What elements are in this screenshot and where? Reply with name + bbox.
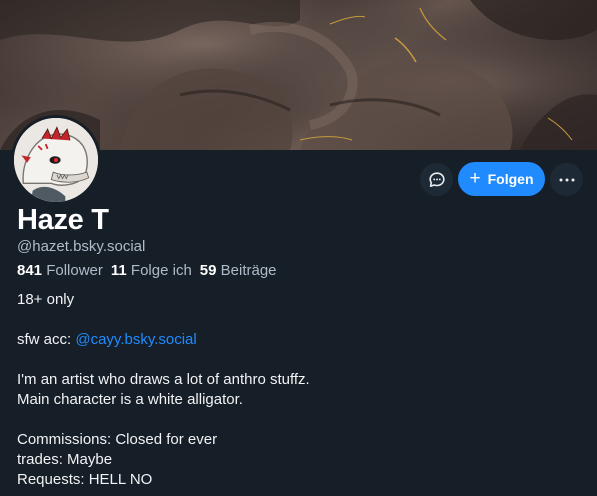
followers-count: 841 <box>17 262 43 279</box>
sfw-account-link[interactable]: @cayy.bsky.social <box>75 331 196 348</box>
profile-page: + Folgen Haze T @hazet.bsky.social 841 F… <box>0 0 597 496</box>
bio-line: 18+ only <box>17 291 75 308</box>
bio-line: Requests: HELL NO <box>17 471 153 488</box>
posts-stat: 59 Beiträge <box>200 262 277 279</box>
bio-sfw-line: sfw acc: @cayy.bsky.social <box>17 330 577 350</box>
follow-button[interactable]: + Folgen <box>458 162 545 196</box>
bio-line: I'm an artist who draws a lot of anthro … <box>17 371 310 388</box>
avatar[interactable] <box>11 115 101 205</box>
follows-label: Folge ich <box>130 262 192 279</box>
followers-stat[interactable]: 841 Follower <box>17 262 103 279</box>
plus-icon: + <box>469 167 481 189</box>
profile-banner[interactable] <box>0 0 597 150</box>
posts-label: Beiträge <box>220 262 277 279</box>
follows-count: 11 <box>110 262 127 279</box>
bio-line: trades: Maybe <box>17 451 113 468</box>
profile-stats: 841 Follower 11 Folge ich 59 Beiträge <box>17 262 277 279</box>
display-name: Haze T <box>17 204 109 236</box>
follows-stat[interactable]: 11 Folge ich <box>111 262 192 279</box>
more-options-button[interactable] <box>550 163 583 196</box>
profile-bio: 18+ only sfw acc: @cayy.bsky.social I'm … <box>17 290 577 490</box>
followers-label: Follower <box>46 262 103 279</box>
avatar-image <box>14 118 98 202</box>
bio-sfw-prefix: sfw acc: <box>17 331 76 348</box>
user-handle: @hazet.bsky.social <box>17 238 146 255</box>
bio-line: Commissions: Closed for ever <box>17 431 218 448</box>
follow-button-label: Folgen <box>487 171 534 187</box>
bio-line: Main character is a white alligator. <box>17 391 243 408</box>
chat-bubble-icon <box>428 171 445 187</box>
posts-count: 59 <box>199 262 217 279</box>
ellipsis-icon <box>559 178 574 181</box>
message-button[interactable] <box>420 163 453 196</box>
banner-artwork <box>0 0 597 150</box>
